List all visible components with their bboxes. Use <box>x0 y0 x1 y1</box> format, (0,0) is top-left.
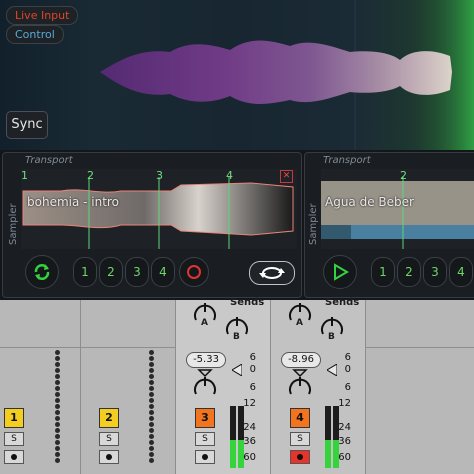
track-2-strip: 2 S <box>81 300 176 474</box>
deck-b-track-name: Agua de Beber <box>325 195 414 209</box>
solo-button[interactable]: S <box>99 432 119 446</box>
level-meter-left <box>230 406 236 468</box>
solo-button[interactable]: S <box>290 432 310 446</box>
mixer: 1 S 2 S Sends A B -5.33 6 0 6 12 24 36 6… <box>0 297 474 474</box>
db-12: 12 <box>338 398 351 409</box>
monitor-button[interactable] <box>4 450 24 464</box>
db-6b: 6 <box>249 382 256 393</box>
marker-1: 1 <box>21 169 28 182</box>
hotcue-2-button[interactable]: 2 <box>397 257 421 287</box>
sync-play-button[interactable] <box>25 255 59 289</box>
hotcue-1-button[interactable]: 1 <box>371 257 395 287</box>
meter-dots <box>55 350 61 464</box>
db-0: 0 <box>344 364 351 375</box>
transport-label: Transport <box>25 155 73 166</box>
db-6b: 6 <box>344 382 351 393</box>
db-6: 6 <box>344 352 351 363</box>
db-24: 24 <box>338 422 351 433</box>
close-icon[interactable]: ✕ <box>280 170 293 183</box>
send-a-label: A <box>296 318 303 328</box>
db-60: 60 <box>243 452 256 463</box>
volume-readout[interactable]: -5.33 <box>186 352 226 368</box>
transport-label: Transport <box>323 155 371 166</box>
play-button[interactable] <box>323 255 357 289</box>
hotcue-3-button[interactable]: 3 <box>125 257 149 287</box>
sync-button[interactable]: Sync <box>6 111 48 139</box>
track-1-strip: 1 S <box>0 300 81 474</box>
db-36: 36 <box>243 436 256 447</box>
pan-knob[interactable] <box>192 368 218 398</box>
sampler-label: Sampler <box>8 203 19 245</box>
hotcue-1-button[interactable]: 1 <box>73 257 97 287</box>
db-0: 0 <box>249 364 256 375</box>
hotcue-3-button[interactable]: 3 <box>423 257 447 287</box>
sync-icon <box>34 264 50 280</box>
fader-handle[interactable] <box>232 364 242 376</box>
marker-2: 2 <box>87 169 94 182</box>
track-4-activator[interactable]: 4 <box>290 408 310 428</box>
live-input-toggle[interactable]: Live Input <box>6 6 79 25</box>
loop-button[interactable] <box>249 261 295 285</box>
hotcue-4-button[interactable]: 4 <box>449 257 473 287</box>
deck-b-waveform[interactable]: 2 Agua de Beber <box>321 169 474 249</box>
sends-label: Sends <box>230 297 265 308</box>
sampler-label: Sampler <box>308 203 319 245</box>
waveform-visualizer: Live Input Control Sync <box>0 0 474 150</box>
marker-4: 4 <box>226 169 233 182</box>
arm-button[interactable] <box>290 450 310 464</box>
fader-handle[interactable] <box>327 364 337 376</box>
track-3-activator[interactable]: 3 <box>195 408 215 428</box>
track-2-activator[interactable]: 2 <box>99 408 119 428</box>
loop-icon <box>259 267 285 279</box>
solo-button[interactable]: S <box>195 432 215 446</box>
meter-dots <box>149 350 155 464</box>
arm-button[interactable] <box>195 450 215 464</box>
db-6: 6 <box>249 352 256 363</box>
control-toggle[interactable]: Control <box>6 25 64 44</box>
pan-knob[interactable] <box>287 368 313 398</box>
volume-readout[interactable]: -8.96 <box>281 352 321 368</box>
db-24: 24 <box>243 422 256 433</box>
level-meter-right <box>238 406 244 468</box>
marker-3: 3 <box>156 169 163 182</box>
send-b-label: B <box>233 332 240 342</box>
hotcue-4-button[interactable]: 4 <box>151 257 175 287</box>
sampler-decks: Transport Sampler 1 2 3 4 ✕ bohemia - in… <box>0 150 474 300</box>
hotcue-2-button[interactable]: 2 <box>99 257 123 287</box>
track-3-strip: Sends A B -5.33 6 0 6 12 24 36 60 3 S <box>176 297 271 474</box>
send-a-label: A <box>201 318 208 328</box>
db-60: 60 <box>338 452 351 463</box>
marker-2: 2 <box>400 169 407 182</box>
record-icon <box>187 265 201 279</box>
sends-label: Sends <box>325 297 360 308</box>
track-4-strip: Sends A B -8.96 6 0 6 12 24 36 60 4 S <box>271 297 366 474</box>
deck-b: Transport Sampler 2 Agua de Beber 1 2 3 … <box>304 152 474 298</box>
deck-a-waveform[interactable]: 1 2 3 4 ✕ bohemia - intro <box>21 169 297 249</box>
db-12: 12 <box>243 398 256 409</box>
deck-a: Transport Sampler 1 2 3 4 ✕ bohemia - in… <box>2 152 302 298</box>
solo-button[interactable]: S <box>4 432 24 446</box>
track-1-activator[interactable]: 1 <box>4 408 24 428</box>
level-meter-left <box>325 406 331 468</box>
level-meter-right <box>333 406 339 468</box>
record-button[interactable] <box>179 257 209 287</box>
empty-strip <box>366 300 474 474</box>
db-36: 36 <box>338 436 351 447</box>
monitor-button[interactable] <box>99 450 119 464</box>
send-b-label: B <box>328 332 335 342</box>
deck-a-track-name: bohemia - intro <box>27 195 119 209</box>
play-icon <box>334 263 349 281</box>
deck-b-waveform-graphic <box>321 177 474 249</box>
